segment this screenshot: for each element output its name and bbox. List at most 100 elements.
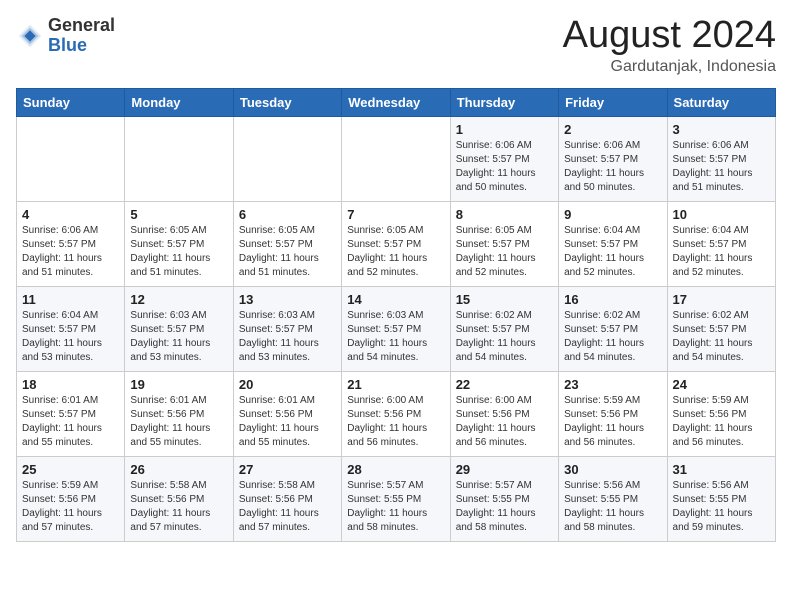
day-info: Sunrise: 5:56 AMSunset: 5:55 PMDaylight:… [564,479,661,535]
day-number: 2 [564,122,661,137]
header-thursday: Thursday [450,89,558,117]
day-number: 9 [564,207,661,222]
day-cell [125,117,233,202]
week-row-2: 4 Sunrise: 6:06 AMSunset: 5:57 PMDaylight… [17,202,776,287]
day-number: 24 [673,377,770,392]
day-info: Sunrise: 6:06 AMSunset: 5:57 PMDaylight:… [456,139,553,195]
day-cell: 28 Sunrise: 5:57 AMSunset: 5:55 PMDayligh… [342,457,450,542]
calendar-title: August 2024 [563,16,776,54]
day-info: Sunrise: 5:57 AMSunset: 5:55 PMDaylight:… [347,479,444,535]
day-number: 16 [564,292,661,307]
day-info: Sunrise: 5:58 AMSunset: 5:56 PMDaylight:… [130,479,227,535]
day-info: Sunrise: 5:59 AMSunset: 5:56 PMDaylight:… [22,479,119,535]
day-number: 27 [239,462,336,477]
title-block: August 2024 Gardutanjak, Indonesia [563,16,776,76]
day-number: 8 [456,207,553,222]
day-cell: 9 Sunrise: 6:04 AMSunset: 5:57 PMDaylight… [559,202,667,287]
day-cell: 18 Sunrise: 6:01 AMSunset: 5:57 PMDayligh… [17,372,125,457]
logo-icon [16,22,44,50]
day-info: Sunrise: 6:05 AMSunset: 5:57 PMDaylight:… [130,224,227,280]
day-cell: 27 Sunrise: 5:58 AMSunset: 5:56 PMDayligh… [233,457,341,542]
day-info: Sunrise: 6:01 AMSunset: 5:56 PMDaylight:… [130,394,227,450]
page-header: General Blue August 2024 Gardutanjak, In… [16,16,776,76]
day-number: 21 [347,377,444,392]
day-number: 28 [347,462,444,477]
day-number: 4 [22,207,119,222]
day-number: 10 [673,207,770,222]
day-info: Sunrise: 6:06 AMSunset: 5:57 PMDaylight:… [673,139,770,195]
day-cell: 25 Sunrise: 5:59 AMSunset: 5:56 PMDayligh… [17,457,125,542]
day-number: 26 [130,462,227,477]
header-tuesday: Tuesday [233,89,341,117]
day-info: Sunrise: 6:04 AMSunset: 5:57 PMDaylight:… [673,224,770,280]
day-number: 12 [130,292,227,307]
day-number: 3 [673,122,770,137]
day-number: 22 [456,377,553,392]
day-cell: 30Sunrise: 5:56 AMSunset: 5:55 PMDayligh… [559,457,667,542]
day-cell: 1 Sunrise: 6:06 AMSunset: 5:57 PMDaylight… [450,117,558,202]
day-number: 31 [673,462,770,477]
day-info: Sunrise: 5:56 AMSunset: 5:55 PMDaylight:… [673,479,770,535]
day-cell: 14Sunrise: 6:03 AMSunset: 5:57 PMDayligh… [342,287,450,372]
day-info: Sunrise: 6:05 AMSunset: 5:57 PMDaylight:… [456,224,553,280]
day-cell [233,117,341,202]
day-number: 5 [130,207,227,222]
calendar-subtitle: Gardutanjak, Indonesia [563,58,776,76]
day-info: Sunrise: 5:57 AMSunset: 5:55 PMDaylight:… [456,479,553,535]
day-number: 23 [564,377,661,392]
header-saturday: Saturday [667,89,775,117]
day-info: Sunrise: 6:06 AMSunset: 5:57 PMDaylight:… [22,224,119,280]
day-cell: 10 Sunrise: 6:04 AMSunset: 5:57 PMDayligh… [667,202,775,287]
day-cell: 17Sunrise: 6:02 AMSunset: 5:57 PMDayligh… [667,287,775,372]
calendar-table: SundayMondayTuesdayWednesdayThursdayFrid… [16,88,776,542]
week-row-1: 1 Sunrise: 6:06 AMSunset: 5:57 PMDaylight… [17,117,776,202]
header-friday: Friday [559,89,667,117]
logo-blue: Blue [48,35,87,55]
day-number: 13 [239,292,336,307]
header-monday: Monday [125,89,233,117]
day-info: Sunrise: 6:03 AMSunset: 5:57 PMDaylight:… [130,309,227,365]
day-info: Sunrise: 6:01 AMSunset: 5:56 PMDaylight:… [239,394,336,450]
day-number: 19 [130,377,227,392]
logo-general: General [48,15,115,35]
day-cell: 11Sunrise: 6:04 AMSunset: 5:57 PMDayligh… [17,287,125,372]
day-number: 15 [456,292,553,307]
day-number: 1 [456,122,553,137]
day-number: 20 [239,377,336,392]
day-info: Sunrise: 6:02 AMSunset: 5:57 PMDaylight:… [564,309,661,365]
day-info: Sunrise: 6:02 AMSunset: 5:57 PMDaylight:… [456,309,553,365]
day-cell: 3 Sunrise: 6:06 AMSunset: 5:57 PMDaylight… [667,117,775,202]
day-number: 29 [456,462,553,477]
day-cell [342,117,450,202]
day-cell: 4 Sunrise: 6:06 AMSunset: 5:57 PMDaylight… [17,202,125,287]
day-cell: 20 Sunrise: 6:01 AMSunset: 5:56 PMDayligh… [233,372,341,457]
day-info: Sunrise: 6:01 AMSunset: 5:57 PMDaylight:… [22,394,119,450]
day-info: Sunrise: 6:03 AMSunset: 5:57 PMDaylight:… [239,309,336,365]
day-cell: 15 Sunrise: 6:02 AMSunset: 5:57 PMDayligh… [450,287,558,372]
day-info: Sunrise: 6:00 AMSunset: 5:56 PMDaylight:… [456,394,553,450]
day-number: 25 [22,462,119,477]
day-cell: 31 Sunrise: 5:56 AMSunset: 5:55 PMDayligh… [667,457,775,542]
day-cell: 5 Sunrise: 6:05 AMSunset: 5:57 PMDaylight… [125,202,233,287]
day-info: Sunrise: 6:03 AMSunset: 5:57 PMDaylight:… [347,309,444,365]
day-number: 17 [673,292,770,307]
day-cell: 29 Sunrise: 5:57 AMSunset: 5:55 PMDayligh… [450,457,558,542]
day-info: Sunrise: 6:05 AMSunset: 5:57 PMDaylight:… [239,224,336,280]
week-row-3: 11Sunrise: 6:04 AMSunset: 5:57 PMDayligh… [17,287,776,372]
day-info: Sunrise: 5:58 AMSunset: 5:56 PMDaylight:… [239,479,336,535]
day-number: 18 [22,377,119,392]
day-cell: 8 Sunrise: 6:05 AMSunset: 5:57 PMDaylight… [450,202,558,287]
day-info: Sunrise: 6:04 AMSunset: 5:57 PMDaylight:… [564,224,661,280]
header-sunday: Sunday [17,89,125,117]
day-info: Sunrise: 6:06 AMSunset: 5:57 PMDaylight:… [564,139,661,195]
header-wednesday: Wednesday [342,89,450,117]
day-cell: 24 Sunrise: 5:59 AMSunset: 5:56 PMDayligh… [667,372,775,457]
day-cell: 6Sunrise: 6:05 AMSunset: 5:57 PMDaylight… [233,202,341,287]
day-cell: 7Sunrise: 6:05 AMSunset: 5:57 PMDaylight… [342,202,450,287]
day-cell: 23Sunrise: 5:59 AMSunset: 5:56 PMDayligh… [559,372,667,457]
day-cell: 22 Sunrise: 6:00 AMSunset: 5:56 PMDayligh… [450,372,558,457]
day-cell: 21Sunrise: 6:00 AMSunset: 5:56 PMDayligh… [342,372,450,457]
day-info: Sunrise: 5:59 AMSunset: 5:56 PMDaylight:… [673,394,770,450]
day-number: 7 [347,207,444,222]
day-cell: 13 Sunrise: 6:03 AMSunset: 5:57 PMDayligh… [233,287,341,372]
